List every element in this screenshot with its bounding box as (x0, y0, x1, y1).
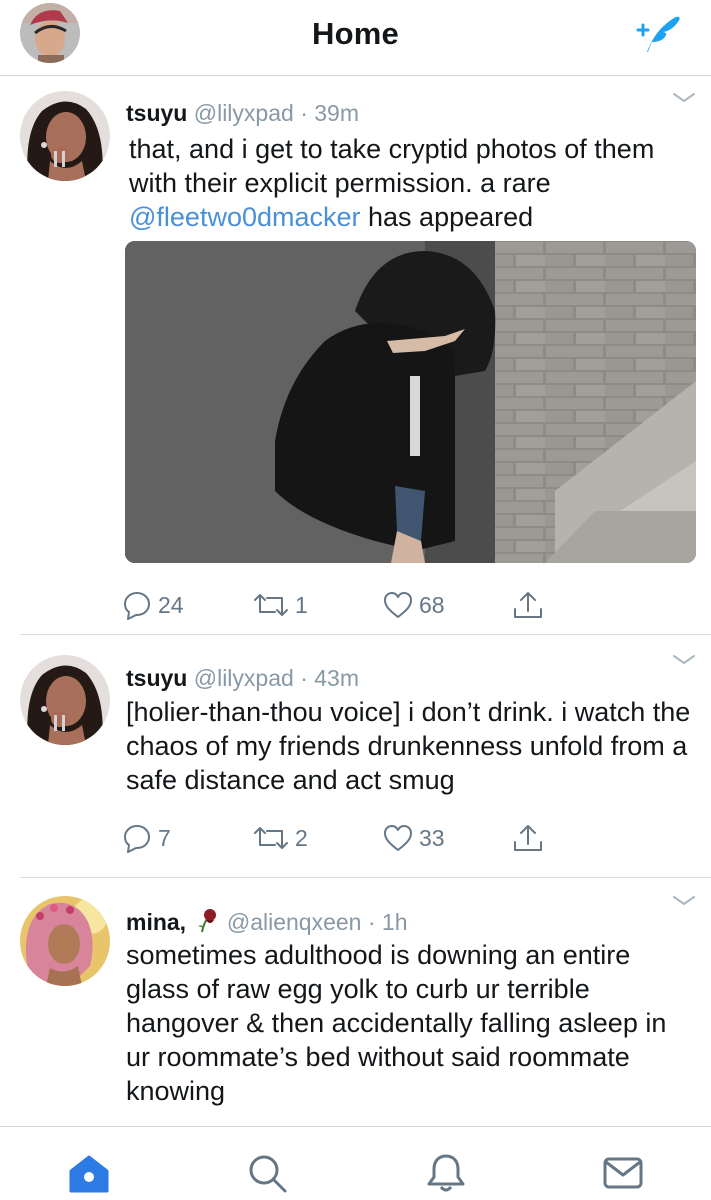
like-button[interactable]: 68 (383, 588, 445, 622)
chevron-down-icon[interactable] (671, 91, 697, 105)
reply-count: 7 (158, 824, 171, 851)
tweet-actions: 24 1 68 (0, 588, 711, 622)
retweet-button[interactable]: 2 (253, 821, 308, 855)
search-icon[interactable] (245, 1151, 289, 1195)
compose-feather-icon[interactable] (628, 10, 684, 56)
messages-envelope-icon[interactable] (601, 1151, 645, 1195)
retweet-icon (254, 594, 288, 616)
reply-icon (124, 592, 150, 620)
share-icon (514, 592, 542, 618)
like-count: 68 (419, 591, 445, 618)
tweet[interactable]: tsuyu @lilyxpad · 43m [holier-than-thou … (0, 635, 711, 878)
reply-button[interactable]: 7 (122, 821, 171, 855)
retweet-button[interactable]: 1 (253, 588, 308, 622)
tweet[interactable]: tsuyu @lilyxpad · 39m that, and i get to… (0, 77, 711, 635)
like-button[interactable]: 33 (383, 821, 445, 855)
share-button[interactable] (512, 821, 544, 855)
timestamp: 43m (314, 665, 359, 691)
tweet-text: [holier-than-thou voice] i don’t drink. … (126, 697, 691, 795)
wilted-rose-emoji-icon (192, 906, 220, 934)
avatar[interactable] (20, 896, 110, 986)
chevron-down-icon[interactable] (671, 894, 697, 908)
handle[interactable]: @lilyxpad (194, 665, 294, 691)
heart-icon (384, 825, 412, 851)
display-name[interactable]: mina, (126, 909, 186, 935)
top-bar: Home (0, 0, 711, 76)
tweet-actions: 7 2 33 (0, 821, 711, 855)
tweet-header: tsuyu @lilyxpad · 43m (126, 665, 359, 692)
tweet[interactable]: mina, @alienqxeen · 1h sometimes adultho… (0, 878, 711, 1126)
timestamp: 39m (314, 100, 359, 126)
handle[interactable]: @alienqxeen (227, 909, 362, 935)
heart-icon (384, 592, 412, 618)
retweet-count: 2 (295, 824, 308, 851)
timestamp: 1h (381, 909, 408, 935)
reply-button[interactable]: 24 (122, 588, 184, 622)
reply-icon (124, 825, 150, 853)
reply-count: 24 (158, 591, 184, 618)
chevron-down-icon[interactable] (671, 653, 697, 667)
avatar[interactable] (20, 91, 110, 181)
tweet-header: tsuyu @lilyxpad · 39m (126, 100, 359, 127)
bottom-tab-bar (0, 1126, 711, 1200)
like-count: 33 (419, 824, 445, 851)
share-icon (514, 825, 542, 851)
tweet-header: mina, @alienqxeen · 1h (126, 906, 408, 936)
share-button[interactable] (512, 588, 544, 622)
tweet-photo[interactable] (125, 241, 696, 563)
tweet-text: sometimes adulthood is downing an entire… (126, 940, 667, 1106)
tweet-text: that, and i get to take cryptid photos o… (129, 132, 699, 234)
separator-dot: · (300, 100, 308, 126)
display-name[interactable]: tsuyu (126, 665, 187, 691)
tweet-text-end: has appeared (360, 202, 534, 232)
mention-link[interactable]: @fleetwo0dmacker (129, 202, 361, 232)
home-icon[interactable] (67, 1151, 111, 1195)
tweet-text-start: that, and i get to take cryptid photos o… (129, 134, 655, 198)
avatar[interactable] (20, 655, 110, 745)
page-title: Home (312, 16, 399, 51)
retweet-count: 1 (295, 591, 308, 618)
display-name[interactable]: tsuyu (126, 100, 187, 126)
separator-dot: · (300, 665, 308, 691)
notifications-bell-icon[interactable] (424, 1151, 468, 1195)
handle[interactable]: @lilyxpad (194, 100, 294, 126)
separator-dot: · (367, 909, 376, 935)
retweet-icon (254, 827, 288, 849)
